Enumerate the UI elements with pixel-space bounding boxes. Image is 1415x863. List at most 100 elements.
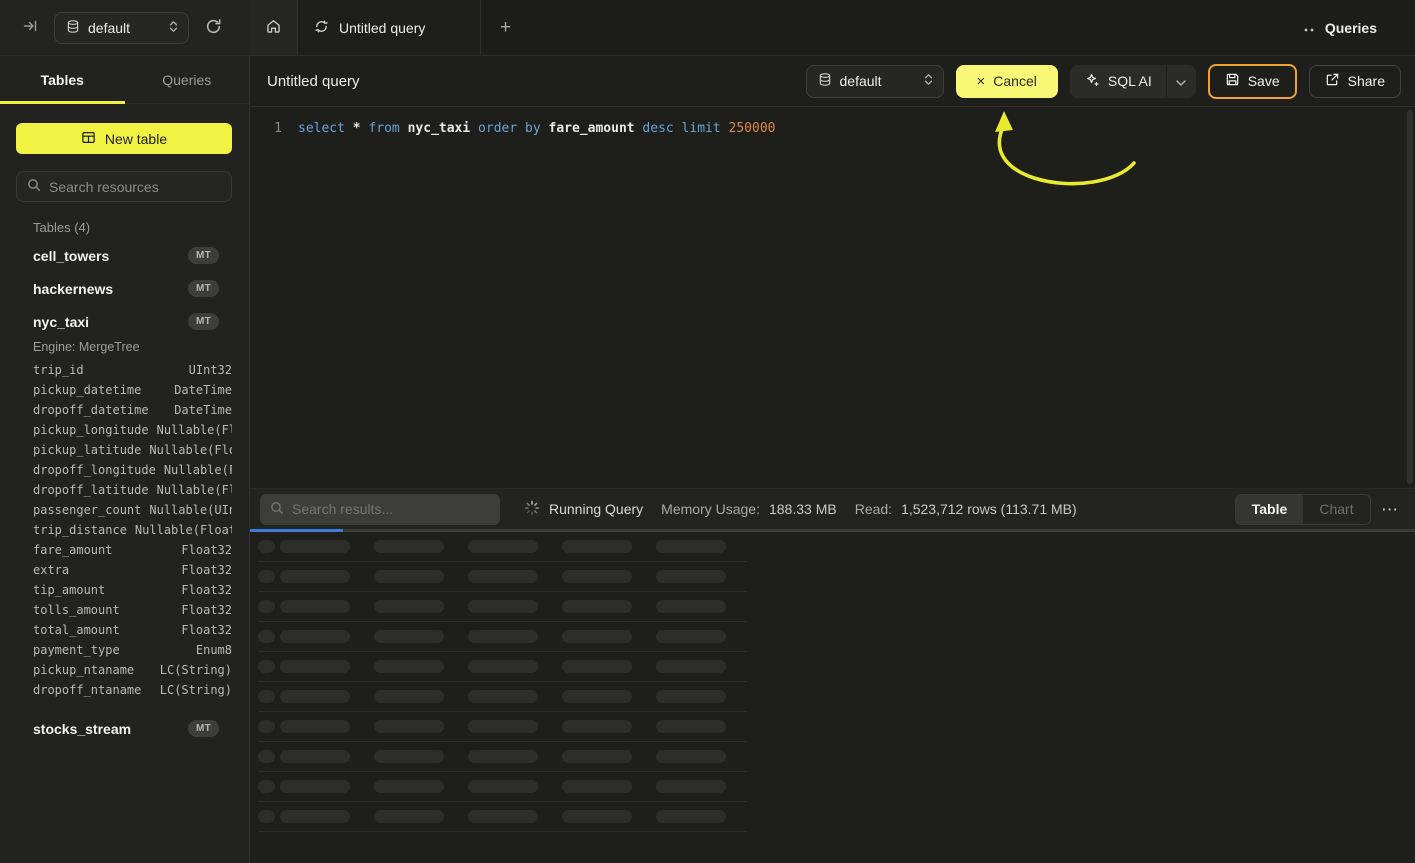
column-type: DateTime: [174, 403, 232, 417]
table-name: stocks_stream: [33, 721, 131, 737]
column-row: total_amount Float32: [33, 620, 232, 640]
skeleton-cell: [374, 780, 444, 793]
skeleton-cell: [374, 600, 444, 613]
editor-scrollbar[interactable]: [1407, 110, 1413, 484]
results-search-input[interactable]: [292, 501, 490, 517]
table-name: cell_towers: [33, 248, 109, 264]
skeleton-cell: [280, 720, 350, 733]
sidebar-tab-tables[interactable]: Tables: [0, 56, 125, 103]
skeleton-row: [258, 802, 747, 832]
new-tab-button[interactable]: +: [481, 0, 530, 55]
more-options-button[interactable]: ⋯: [1381, 501, 1399, 518]
query-tab[interactable]: Untitled query: [298, 0, 481, 55]
skeleton-cell: [374, 540, 444, 553]
sql-code: select * from nyc_taxi order by fare_amo…: [298, 118, 775, 139]
table-row-stocks-stream[interactable]: stocks_stream MT: [0, 712, 249, 745]
sql-ai-label: SQL AI: [1108, 73, 1152, 89]
skeleton-cell: [280, 810, 350, 823]
share-button[interactable]: Share: [1309, 65, 1401, 98]
skeleton-row: [258, 592, 747, 622]
sidebar-tab-queries[interactable]: Queries: [125, 56, 250, 103]
skeleton-cell: [562, 660, 632, 673]
table-row-hackernews[interactable]: hackernews MT: [0, 272, 249, 305]
sidebar-collapse-icon: [22, 18, 38, 37]
skeleton-cell: [258, 540, 275, 553]
skeleton-cell: [562, 780, 632, 793]
skeleton-cell: [562, 750, 632, 763]
sql-token: fare_amount: [549, 121, 643, 136]
sql-ai-caret-button[interactable]: [1166, 65, 1196, 98]
top-bar-left: default: [0, 0, 250, 55]
column-name: dropoff_ntaname: [33, 683, 141, 697]
main-panel: Untitled query default: [250, 56, 1415, 863]
sync-icon: [314, 19, 329, 37]
column-type: Float32: [181, 563, 232, 577]
save-button[interactable]: Save: [1208, 64, 1297, 99]
skeleton-cell: [562, 720, 632, 733]
refresh-button[interactable]: [199, 14, 227, 42]
column-type: Nullable(Flo: [149, 443, 232, 457]
query-title[interactable]: Untitled query: [267, 73, 360, 90]
toggle-chart[interactable]: Chart: [1303, 495, 1370, 524]
results-toolbar: Running Query Memory Usage: 188.33 MB Re…: [250, 488, 1415, 529]
table-row-cell-towers[interactable]: cell_towers MT: [0, 239, 249, 272]
skeleton-cell: [562, 630, 632, 643]
skeleton-row: [258, 562, 747, 592]
cancel-label: Cancel: [993, 73, 1037, 89]
skeleton-cell: [280, 690, 350, 703]
column-name: total_amount: [33, 623, 120, 637]
column-name: trip_distance: [33, 523, 127, 537]
home-icon: [265, 18, 282, 38]
columns-list: trip_id UInt32 pickup_datetime DateTime …: [0, 356, 249, 700]
skeleton-row: [258, 652, 747, 682]
skeleton-cell: [468, 690, 538, 703]
column-type: Nullable(F: [164, 463, 232, 477]
mt-badge: MT: [188, 247, 219, 264]
column-name: dropoff_datetime: [33, 403, 149, 417]
search-resources-box: [16, 171, 232, 202]
skeleton-cell: [468, 810, 538, 823]
skeleton-cell: [280, 750, 350, 763]
skeleton-cell: [374, 720, 444, 733]
skeleton-cell: [468, 540, 538, 553]
skeleton-cell: [258, 810, 275, 823]
skeleton-cell: [562, 600, 632, 613]
query-database-selector[interactable]: default: [806, 65, 944, 98]
sidebar-collapse-button[interactable]: [16, 14, 44, 42]
database-selector[interactable]: default: [54, 12, 189, 44]
sql-ai-split-button: SQL AI: [1070, 65, 1196, 98]
toggle-table[interactable]: Table: [1236, 495, 1303, 524]
column-name: passenger_count: [33, 503, 141, 517]
skeleton-cell: [280, 570, 350, 583]
column-name: pickup_datetime: [33, 383, 141, 397]
cancel-button[interactable]: × Cancel: [956, 65, 1058, 98]
sql-editor[interactable]: 1 select * from nyc_taxi order by fare_a…: [250, 107, 1415, 488]
new-table-button[interactable]: New table: [16, 123, 232, 154]
skeleton-cell: [258, 660, 275, 673]
skeleton-cell: [656, 750, 726, 763]
column-row: dropoff_latitude Nullable(Fl: [33, 480, 232, 500]
table-name: nyc_taxi: [33, 314, 89, 330]
column-name: extra: [33, 563, 69, 577]
column-type: Nullable(Float: [135, 523, 232, 537]
sql-token: nyc_taxi: [408, 121, 478, 136]
sidebar-tabs: Tables Queries: [0, 56, 249, 104]
database-selector-value: default: [88, 20, 160, 36]
skeleton-cell: [656, 690, 726, 703]
column-row: pickup_datetime DateTime: [33, 380, 232, 400]
query-status: Running Query: [524, 500, 643, 519]
ellipsis-icon: ⋯: [1381, 500, 1399, 519]
table-row-nyc-taxi[interactable]: nyc_taxi MT: [0, 305, 249, 338]
share-label: Share: [1348, 73, 1385, 89]
column-type: Float32: [181, 583, 232, 597]
search-resources-input[interactable]: [49, 179, 221, 195]
sql-token: from: [368, 121, 407, 136]
queries-button[interactable]: Queries: [1303, 20, 1377, 36]
home-tab[interactable]: [250, 0, 298, 55]
skeleton-cell: [562, 810, 632, 823]
skeleton-cell: [656, 810, 726, 823]
sql-ai-button[interactable]: SQL AI: [1070, 65, 1166, 98]
skeleton-cell: [656, 600, 726, 613]
sql-token: desc limit: [642, 121, 728, 136]
queue-dots-icon: [1303, 20, 1316, 36]
